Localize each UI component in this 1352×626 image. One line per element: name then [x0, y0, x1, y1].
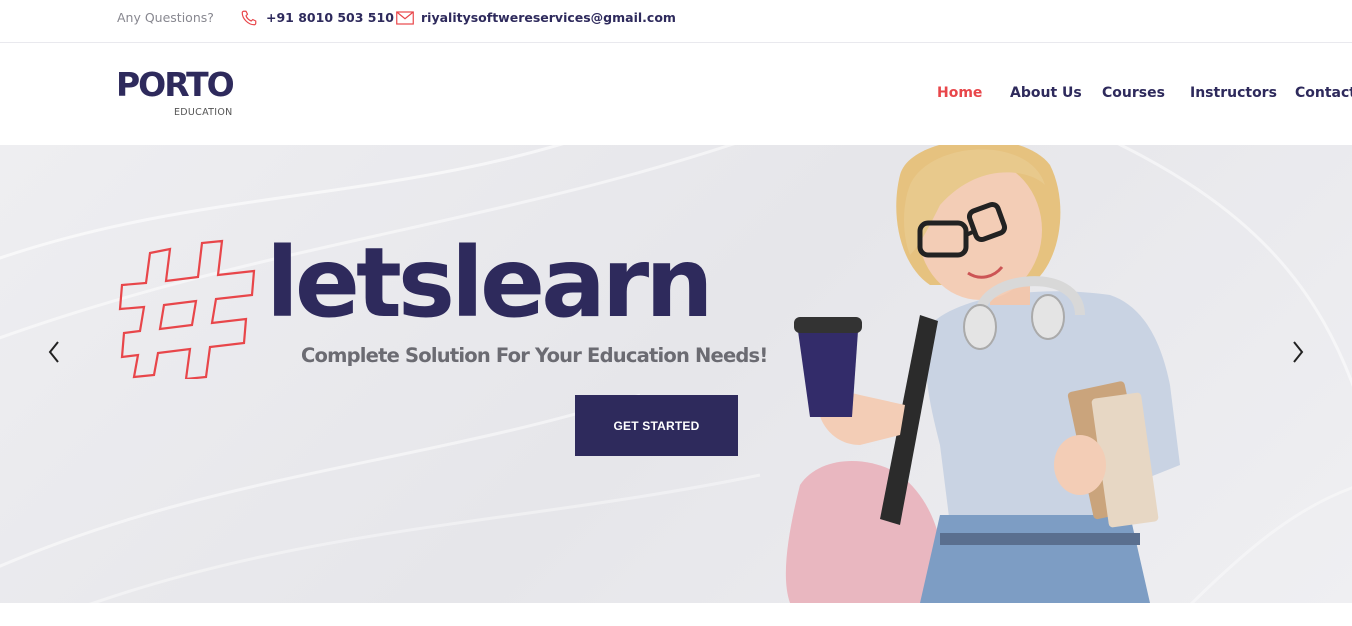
main-nav: Home About Us Courses Instructors Contac… — [752, 85, 1352, 105]
phone-link[interactable]: +91 8010 503 510 — [266, 10, 394, 25]
logo-word: PORTO — [116, 65, 235, 104]
logo-subtitle: EDUCATION — [174, 107, 233, 118]
nav-about-us[interactable]: About Us — [1010, 85, 1082, 101]
nav-courses[interactable]: Courses — [1102, 85, 1165, 101]
nav-contact-us[interactable]: Contact Us — [1295, 85, 1352, 101]
hashtag-icon — [118, 239, 256, 379]
hero-headline: letslearn — [266, 227, 714, 339]
get-started-button[interactable]: GET STARTED — [575, 395, 738, 456]
hero-slider: letslearn Complete Solution For Your Edu… — [0, 145, 1352, 603]
chevron-right-icon[interactable] — [1288, 338, 1308, 366]
top-info-bar: Any Questions? +91 8010 503 510 riyality… — [0, 0, 1352, 43]
nav-instructors[interactable]: Instructors — [1190, 85, 1277, 101]
below-hero-strip — [0, 603, 1352, 626]
main-header: PORTO EDUCATION Home About Us Courses In… — [0, 43, 1352, 145]
mail-icon — [396, 11, 414, 25]
student-image — [785, 145, 1180, 603]
chevron-left-icon[interactable] — [44, 338, 64, 366]
email-link[interactable]: riyalitysoftwereservices@gmail.com — [421, 10, 676, 25]
hero-subline: Complete Solution For Your Education Nee… — [301, 344, 768, 367]
questions-label: Any Questions? — [117, 10, 214, 25]
nav-home[interactable]: Home — [937, 85, 982, 101]
phone-icon — [241, 10, 257, 26]
logo[interactable]: PORTO EDUCATION — [116, 67, 246, 123]
